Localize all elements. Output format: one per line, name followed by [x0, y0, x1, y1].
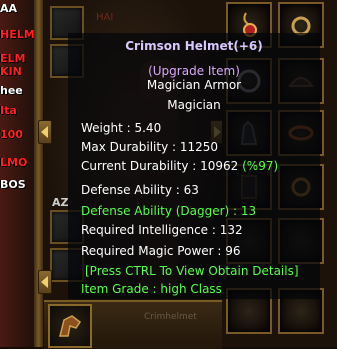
scene-text-faz: AZ — [52, 196, 69, 209]
horse-icon — [59, 315, 82, 337]
inventory-item-slot[interactable] — [48, 304, 92, 348]
item-current-durability: Current Durability : 10962 (%97) — [81, 159, 278, 173]
item-title: Crimson Helmet(+6) — [125, 39, 263, 53]
item-weight: Weight : 5.40 — [81, 121, 162, 135]
item-subtitle: (Upgrade Item) — [148, 64, 240, 78]
item-max-durability: Max Durability : 11250 — [81, 140, 219, 154]
durability-percent: (%97) — [242, 159, 279, 173]
item-type: Magician Armor — [146, 78, 242, 92]
item-class: Magician — [167, 98, 221, 112]
scene-text-hair: HAI — [96, 12, 114, 23]
item-required-intelligence: Required Intelligence : 132 — [81, 223, 243, 237]
item-tooltip: Crimson Helmet(+6) (Upgrade Item) Magici… — [68, 33, 320, 299]
page-left-arrow[interactable] — [38, 120, 52, 144]
item-defense: Defense Ability : 63 — [81, 183, 199, 197]
item-required-magic-power: Required Magic Power : 96 — [81, 244, 241, 258]
page-left-arrow-lower[interactable] — [38, 270, 52, 294]
ctrl-hint: [Press CTRL To View Obtain Details] — [85, 264, 299, 278]
item-grade: Item Grade : high Class — [81, 282, 222, 296]
scene-text-bottom: Crimhelmet — [144, 312, 197, 322]
current-durability-text: Current Durability : 10962 — [81, 159, 243, 173]
item-defense-dagger: Defense Ability (Dagger) : 13 — [81, 204, 257, 218]
panel-frame-left — [34, 0, 44, 347]
